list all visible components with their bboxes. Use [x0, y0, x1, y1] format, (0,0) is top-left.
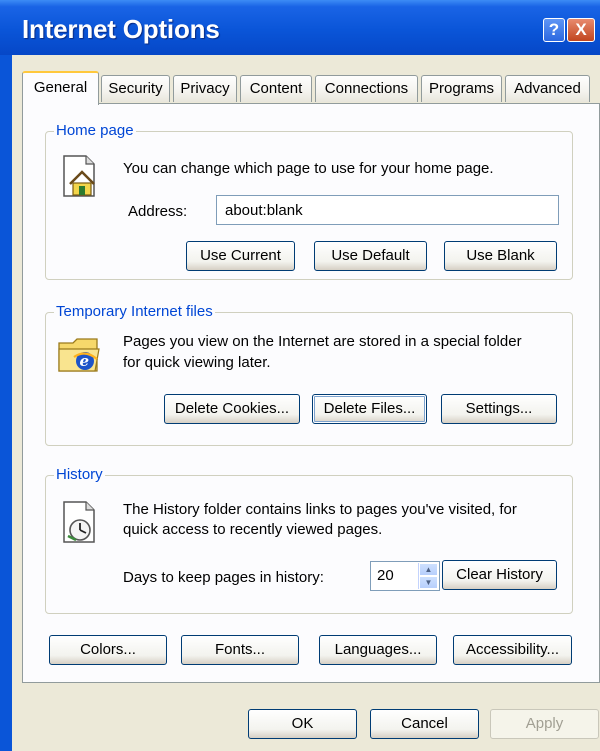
history-description-line2: quick access to recently viewed pages.	[123, 521, 383, 538]
apply-button[interactable]: Apply	[490, 709, 599, 739]
use-blank-button[interactable]: Use Blank	[444, 241, 557, 271]
window-title: Internet Options	[22, 14, 220, 44]
internet-options-window: Internet Options ? X General Security Pr…	[0, 0, 600, 751]
accessibility-button[interactable]: Accessibility...	[453, 635, 572, 665]
days-to-keep-value: 20	[377, 567, 394, 584]
home-page-group-label: Home page	[54, 122, 136, 140]
temp-files-description-line2: for quick viewing later.	[123, 354, 271, 371]
fonts-button[interactable]: Fonts...	[181, 635, 299, 665]
tab-connections[interactable]: Connections	[315, 75, 418, 102]
tab-general[interactable]: General	[22, 71, 99, 105]
temp-files-group: Temporary Internet files e Pages you vie…	[45, 303, 573, 446]
use-default-button[interactable]: Use Default	[314, 241, 427, 271]
tab-strip: General Security Privacy Content Connect…	[12, 71, 600, 107]
tab-advanced[interactable]: Advanced	[505, 75, 590, 102]
colors-button[interactable]: Colors...	[49, 635, 167, 665]
home-page-description: You can change which page to use for you…	[123, 160, 494, 177]
spin-down-icon[interactable]: ▼	[419, 576, 438, 589]
help-button[interactable]: ?	[543, 18, 565, 42]
history-group-label: History	[54, 466, 105, 484]
tab-privacy[interactable]: Privacy	[173, 75, 237, 102]
address-input[interactable]	[216, 195, 559, 225]
temp-files-group-label: Temporary Internet files	[54, 303, 215, 321]
spin-up-icon[interactable]: ▲	[419, 563, 438, 576]
days-to-keep-label: Days to keep pages in history:	[123, 569, 324, 586]
use-current-button[interactable]: Use Current	[186, 241, 295, 271]
days-spinner[interactable]: ▲ ▼	[418, 563, 438, 589]
ok-button[interactable]: OK	[248, 709, 357, 739]
clear-history-button[interactable]: Clear History	[442, 560, 557, 590]
delete-files-button[interactable]: Delete Files...	[312, 394, 427, 424]
history-description-line1: The History folder contains links to pag…	[123, 501, 517, 518]
tab-content[interactable]: Content	[240, 75, 312, 102]
temp-files-description-line1: Pages you view on the Internet are store…	[123, 333, 522, 350]
tab-security[interactable]: Security	[101, 75, 170, 102]
tab-programs[interactable]: Programs	[421, 75, 502, 102]
address-label: Address:	[128, 203, 188, 220]
home-page-group: Home page You can change which page to u…	[45, 122, 573, 280]
days-to-keep-field[interactable]: 20 ▲ ▼	[370, 561, 440, 591]
dialog-client-area: General Security Privacy Content Connect…	[12, 55, 600, 751]
title-bar[interactable]: Internet Options ? X	[0, 0, 600, 55]
home-page-icon	[60, 154, 100, 203]
general-tab-panel: Home page You can change which page to u…	[22, 103, 600, 683]
cancel-button[interactable]: Cancel	[370, 709, 479, 739]
ie-folder-icon: e	[57, 331, 103, 380]
delete-cookies-button[interactable]: Delete Cookies...	[164, 394, 300, 424]
close-button[interactable]: X	[567, 18, 595, 42]
history-group: History The History folder contains link…	[45, 466, 573, 614]
languages-button[interactable]: Languages...	[319, 635, 437, 665]
history-clock-icon	[60, 500, 100, 549]
settings-button[interactable]: Settings...	[441, 394, 557, 424]
